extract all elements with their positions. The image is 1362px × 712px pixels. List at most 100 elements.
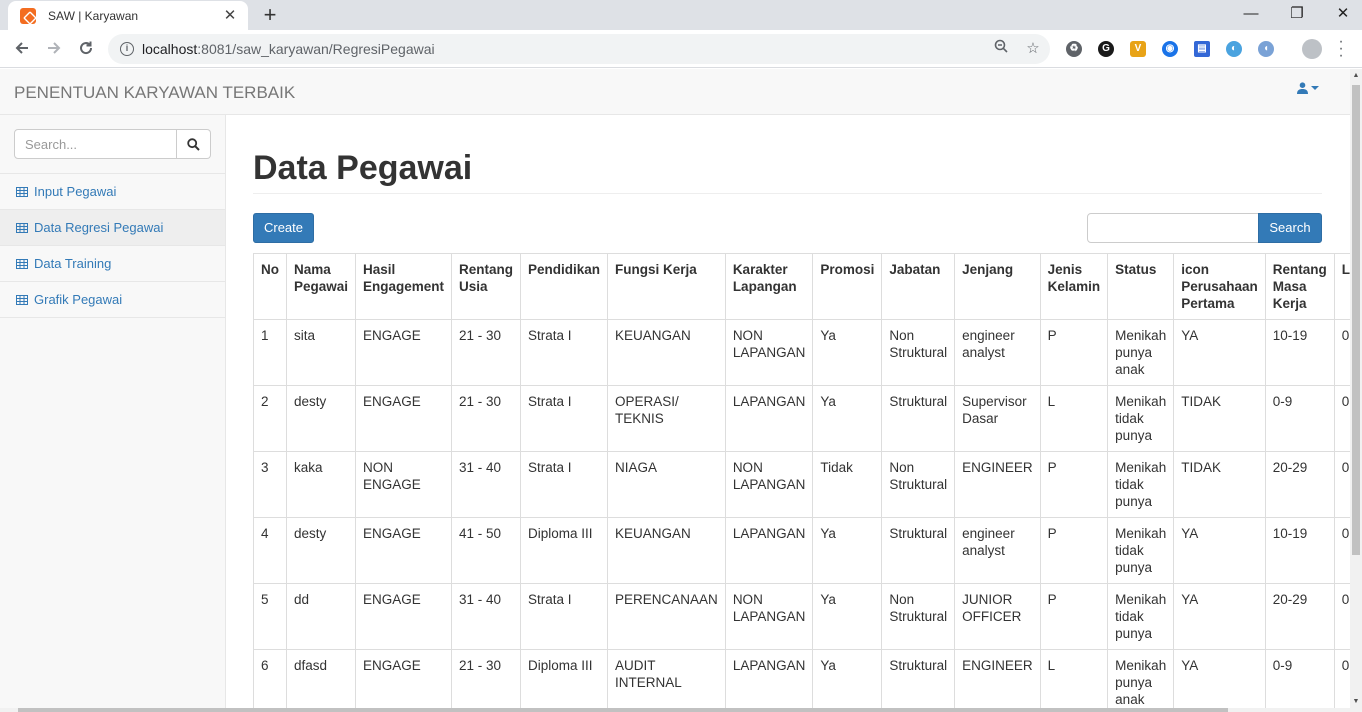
- table-row: 6 dfasd ENGAGE 21 - 30 Diploma III AUDIT INTE…: [253, 649, 1350, 712]
- shield-extension-icon[interactable]: ◖: [1258, 41, 1274, 57]
- back-icon[interactable]: [9, 37, 35, 63]
- sidebar-item-label: Grafik Pegawai: [34, 292, 123, 307]
- table-cell: 6: [253, 649, 287, 712]
- search-icon: [187, 137, 200, 151]
- column-header: Karakter Lapangan: [724, 253, 814, 320]
- table-cell: YA: [1173, 583, 1266, 650]
- table-cell: Ya: [812, 319, 883, 386]
- table-row: 5 dd ENGAGE 31 - 40 Strata I PERENCANAAN NON L…: [253, 583, 1350, 650]
- main-content: Data Pegawai Create Search No Nama Pegawa…: [227, 115, 1350, 712]
- table-cell: Menikah tidak punya: [1107, 583, 1175, 650]
- table-cell: P: [1039, 451, 1109, 518]
- table-cell: Menikah tidak punya: [1107, 385, 1175, 452]
- column-header: Jenis Kelamin: [1039, 253, 1109, 320]
- table-cell: desty: [285, 517, 357, 584]
- table-cell: 21 - 30: [451, 385, 522, 452]
- title-divider: [253, 193, 1322, 194]
- table-cell: 4: [253, 517, 287, 584]
- table-cell: 20-29: [1264, 451, 1335, 518]
- table-cell: Struktural: [881, 385, 956, 452]
- table-cell: Menikah tidak punya: [1107, 451, 1175, 518]
- minimize-button[interactable]: —: [1236, 3, 1266, 25]
- table-cell: 31 - 40: [451, 451, 522, 518]
- table-cell: Ya: [812, 649, 883, 712]
- create-button[interactable]: Create: [253, 213, 314, 243]
- tab-close-icon[interactable]: ✕: [222, 7, 238, 24]
- recycle-extension-icon[interactable]: ♻: [1066, 41, 1082, 57]
- table-cell: 21 - 30: [451, 649, 522, 712]
- user-dropdown[interactable]: [1297, 82, 1319, 94]
- table-cell: dfasd: [285, 649, 357, 712]
- new-tab-button[interactable]: +: [257, 3, 283, 27]
- address-bar[interactable]: i localhost:8081/saw_karyawan/RegresiPeg…: [108, 34, 1050, 64]
- restore-button[interactable]: ❐: [1282, 3, 1312, 25]
- column-header: No: [253, 253, 287, 320]
- close-window-button[interactable]: ✕: [1328, 3, 1358, 25]
- table-cell: YA: [1173, 517, 1266, 584]
- grammar-extension-icon[interactable]: G: [1098, 41, 1114, 57]
- sidebar-item-data-training[interactable]: Data Training: [0, 246, 225, 282]
- scroll-up-icon[interactable]: ▲: [1352, 72, 1360, 80]
- table-cell: 0: [1333, 517, 1350, 584]
- table-cell: 0: [1333, 385, 1350, 452]
- browser-tab[interactable]: SAW | Karyawan ✕: [8, 1, 248, 30]
- sidebar-search-input[interactable]: [14, 129, 177, 159]
- profile-avatar-icon[interactable]: [1302, 39, 1322, 59]
- pegawai-table: No Nama Pegawai Hasil Engagement Rentang Us…: [253, 253, 1350, 712]
- table-cell: Non Struktural: [881, 583, 956, 650]
- search-extension-icon[interactable]: ◉: [1162, 41, 1178, 57]
- table-cell: Strata I: [520, 319, 609, 386]
- table-cell: L: [1039, 385, 1109, 452]
- sidebar-item-grafik-pegawai[interactable]: Grafik Pegawai: [0, 282, 225, 318]
- table-cell: NON LAPANGAN: [724, 319, 814, 386]
- app-navbar: PENENTUAN KARYAWAN TERBAIK: [0, 69, 1350, 115]
- cloud-extension-icon[interactable]: ◐: [1226, 41, 1242, 57]
- sidebar: Input Pegawai Data Regresi Pegawai Data …: [0, 115, 226, 712]
- horizontal-scroll-thumb[interactable]: [18, 708, 1228, 712]
- column-header: Rentang Usia: [451, 253, 522, 320]
- sidebar-item-data-regresi-pegawai[interactable]: Data Regresi Pegawai: [0, 210, 225, 246]
- table-cell: 0: [1333, 649, 1350, 712]
- sidebar-search-button[interactable]: [177, 129, 211, 159]
- table-cell: P: [1039, 319, 1109, 386]
- horizontal-scrollbar[interactable]: [0, 708, 1350, 712]
- table-cell: TIDAK: [1173, 385, 1266, 452]
- table-cell: AUDIT INTERNAL: [607, 649, 726, 712]
- sidebar-item-input-pegawai[interactable]: Input Pegawai: [0, 174, 225, 210]
- zoom-icon[interactable]: [992, 39, 1010, 59]
- table-cell: ENGAGE: [355, 517, 453, 584]
- info-icon[interactable]: i: [120, 42, 134, 56]
- scroll-down-icon[interactable]: ▼: [1352, 698, 1360, 706]
- table-cell: Supervisor Dasar: [954, 385, 1041, 452]
- table-cell: L: [1039, 649, 1109, 712]
- table-cell: ENGINEER: [954, 649, 1041, 712]
- table-cell: kaka: [285, 451, 357, 518]
- column-header: Status: [1107, 253, 1175, 320]
- table-cell: 20-29: [1264, 583, 1335, 650]
- docs-extension-icon[interactable]: ▤: [1194, 41, 1210, 57]
- reload-icon[interactable]: [73, 37, 99, 63]
- table-cell: 10-19: [1264, 319, 1335, 386]
- table-cell: Non Struktural: [881, 319, 956, 386]
- table-cell: 0-9: [1264, 649, 1335, 712]
- table-row: 4 desty ENGAGE 41 - 50 Diploma III KEUANGAN LA…: [253, 517, 1350, 584]
- table-cell: dd: [285, 583, 357, 650]
- bookmark-star-icon[interactable]: ☆: [1024, 39, 1042, 59]
- table-search-input[interactable]: [1087, 213, 1259, 243]
- table-cell: 0: [1333, 451, 1350, 518]
- table-cell: 41 - 50: [451, 517, 522, 584]
- table-row: 1 sita ENGAGE 21 - 30 Strata I KEUANGAN NON LA…: [253, 319, 1350, 386]
- table-cell: NON LAPANGAN: [724, 451, 814, 518]
- table-cell: 1: [253, 319, 287, 386]
- table-cell: LAPANGAN: [724, 517, 814, 584]
- v-extension-icon[interactable]: V: [1130, 41, 1146, 57]
- table-search-button[interactable]: Search: [1258, 213, 1322, 243]
- browser-menu-icon[interactable]: · · ·: [1336, 34, 1346, 64]
- forward-icon[interactable]: [41, 37, 67, 63]
- vertical-scrollbar[interactable]: ▲ ▼: [1350, 69, 1362, 712]
- table-cell: YA: [1173, 319, 1266, 386]
- brand-title[interactable]: PENENTUAN KARYAWAN TERBAIK: [14, 83, 295, 103]
- vertical-scroll-thumb[interactable]: [1352, 85, 1360, 555]
- column-header: Hasil Engagement: [355, 253, 453, 320]
- table-cell: 21 - 30: [451, 319, 522, 386]
